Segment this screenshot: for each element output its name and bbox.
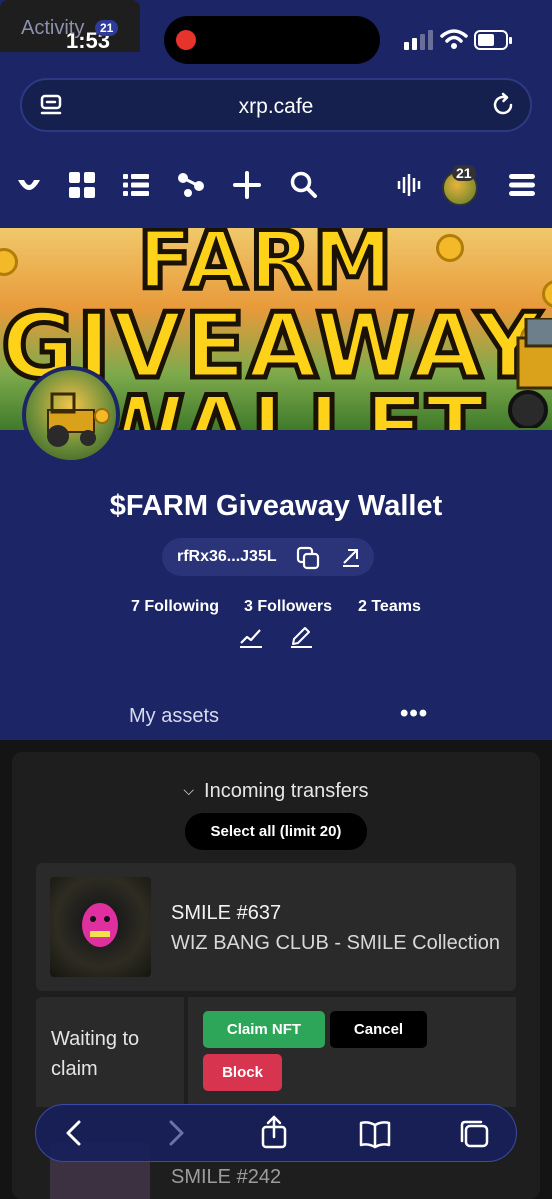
block-button[interactable]: Block [203,1054,282,1091]
grid-icon[interactable] [67,170,97,200]
forward-icon[interactable] [164,1119,188,1147]
url-text[interactable]: xrp.cafe [22,95,530,119]
logo-icon[interactable] [14,170,44,200]
tab-activity-label: Activity [21,17,85,39]
copy-icon[interactable] [296,546,320,570]
nft-title[interactable]: SMILE #242 [171,1166,281,1189]
wallet-address: rfRx36...J35L [177,548,277,565]
external-link-icon[interactable] [340,546,362,568]
claim-nft-button[interactable]: Claim NFT [203,1011,325,1048]
nodes-icon[interactable] [176,170,206,200]
smile-face-icon [82,903,118,947]
status-bar: 1:53 [0,0,552,80]
list-icon[interactable] [121,170,151,200]
activity-count-badge: 21 [95,20,119,36]
back-icon[interactable] [62,1119,86,1147]
incoming-transfers-header[interactable]: ⌵ Incoming transfers [0,780,552,803]
wifi-icon [440,29,468,49]
dynamic-island [164,16,380,64]
claim-status-cell: Waiting to claim [36,997,184,1107]
nft-row: SMILE #637 WIZ BANG CLUB - SMILE Collect… [36,863,516,991]
recording-indicator [176,30,196,50]
address-bar[interactable]: xrp.cafe [20,78,532,132]
bookmarks-icon[interactable] [358,1119,392,1149]
edit-icon[interactable] [288,624,314,650]
claim-status-text: Waiting to claim [51,1028,140,1080]
reload-icon[interactable] [490,92,516,118]
plus-icon[interactable] [232,170,262,200]
audio-wave-icon[interactable] [394,170,424,200]
teams-count[interactable]: 2 Teams [358,598,421,616]
battery-icon [474,30,512,50]
nft-collection[interactable]: WIZ BANG CLUB - SMILE Collection [171,932,500,955]
incoming-transfers-label: Incoming transfers [204,780,369,802]
nft-title[interactable]: SMILE #637 [171,902,281,925]
wallet-name: $FARM Giveaway Wallet [109,490,443,522]
nft-thumbnail[interactable] [50,877,151,977]
hamburger-menu-icon[interactable] [507,170,537,200]
followers-count[interactable]: 3 Followers [244,598,332,616]
chevron-down-icon[interactable]: ⌵ [183,782,194,799]
browser-toolbar [35,1104,517,1162]
select-all-button[interactable]: Select all (limit 20) [185,813,367,850]
coin-icon [436,234,464,262]
tractor-avatar-icon [47,392,110,447]
more-tabs-button[interactable]: ••• [400,700,428,728]
signal-icon [404,30,433,50]
notification-badge[interactable]: 21 [452,165,476,181]
chart-icon[interactable] [238,624,264,650]
tabs-overview-icon[interactable] [458,1119,490,1149]
cancel-button[interactable]: Cancel [330,1011,427,1048]
tractor-icon [508,318,552,428]
profile-avatar [22,366,120,464]
search-icon[interactable] [289,170,319,200]
address-pill: rfRx36...J35L [162,538,374,576]
following-count[interactable]: 7 Following [131,598,219,616]
share-icon[interactable] [260,1115,288,1149]
